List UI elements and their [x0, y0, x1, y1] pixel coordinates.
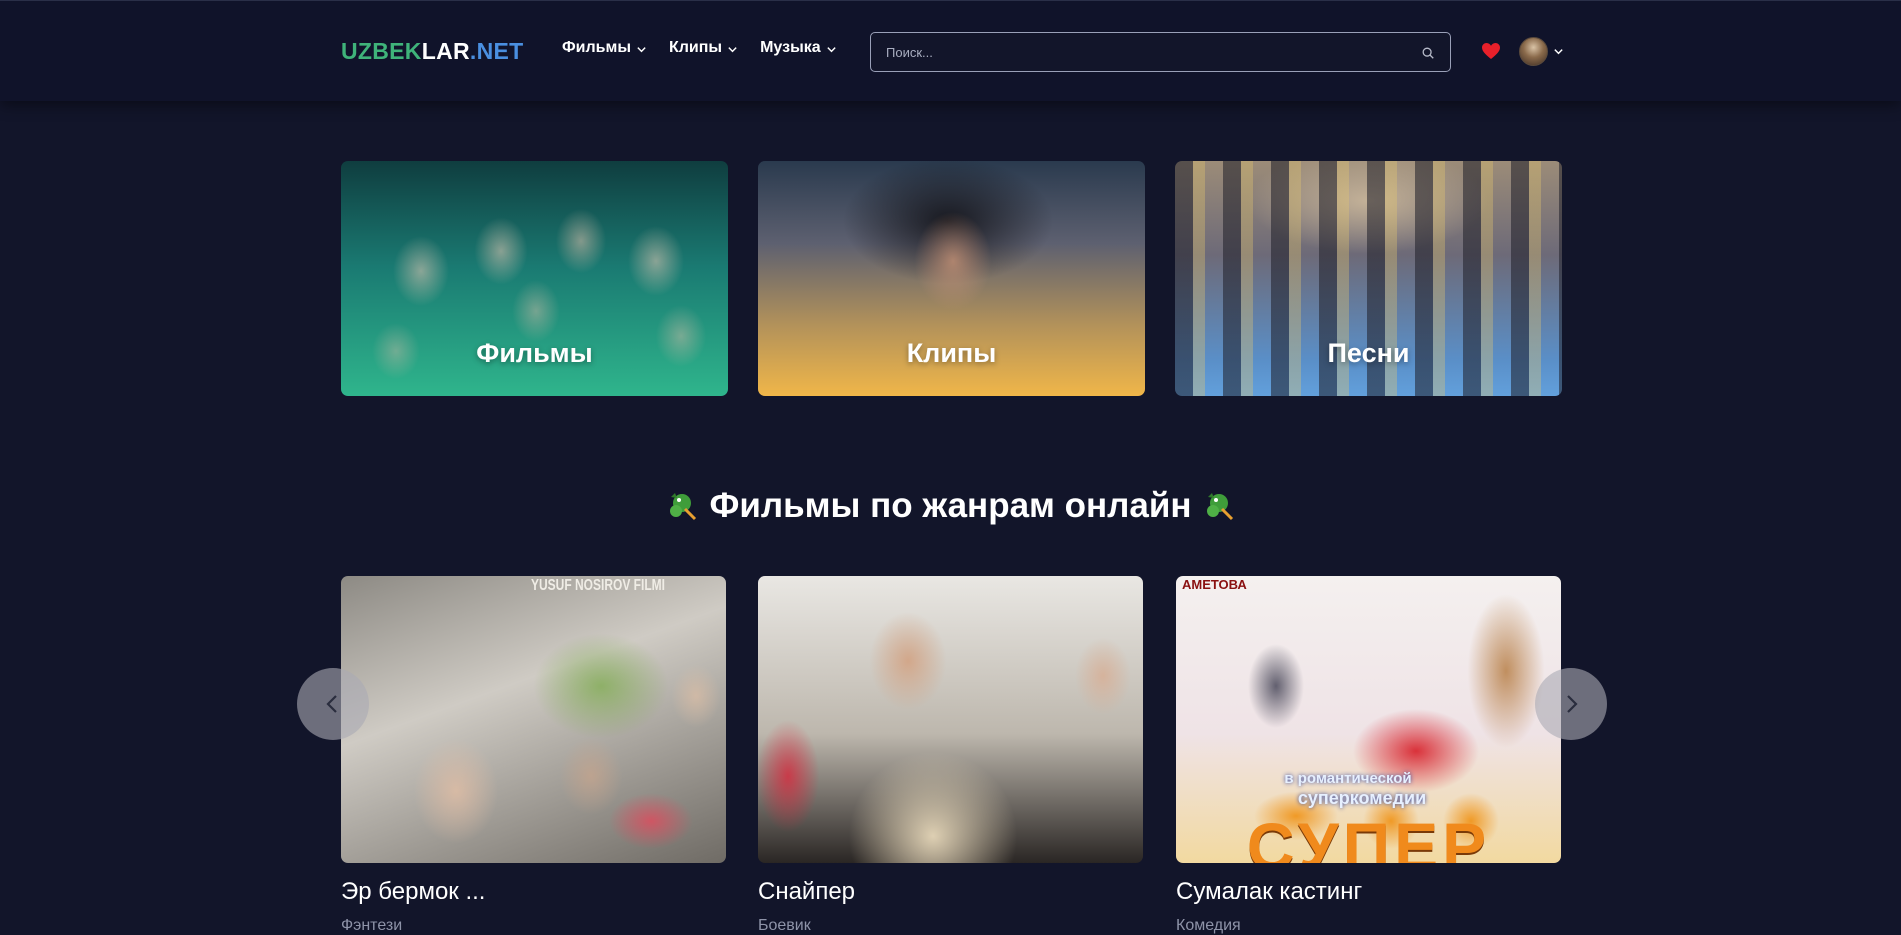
chevron-down-icon: [826, 47, 836, 53]
logo-part-net: .NET: [469, 38, 524, 64]
logo-part-lar: LAR: [421, 38, 470, 64]
nav-item-films[interactable]: Фильмы: [562, 39, 647, 57]
section-title: Фильмы по жанрам онлайн: [0, 486, 1901, 526]
movie-poster[interactable]: [758, 576, 1143, 863]
nav-item-label: Музыка: [760, 39, 821, 56]
nav-item-clips[interactable]: Клипы: [669, 39, 738, 57]
category-label: Клипы: [906, 338, 997, 368]
chevron-down-icon: [1554, 49, 1563, 55]
user-menu[interactable]: [1519, 37, 1564, 66]
site-logo[interactable]: UZBEKLAR.NET: [341, 38, 524, 65]
chevron-down-icon: [728, 47, 737, 53]
nav-item-label: Клипы: [669, 39, 723, 56]
main-nav: Фильмы Клипы Музыка: [562, 39, 837, 57]
movie-title[interactable]: Сумалак кастинг: [1176, 878, 1561, 906]
chevron-left-icon: [326, 695, 337, 713]
chevron-right-icon: [1567, 695, 1578, 713]
movie-genre: Боевик: [758, 917, 811, 934]
poster-caption: YUSUF NOSIROV FILMI: [531, 576, 666, 595]
movie-title[interactable]: Снайпер: [758, 878, 1143, 906]
movie-genre: Комедия: [1176, 917, 1241, 934]
search-box: [870, 32, 1451, 72]
poster-caption-2: суперкомедии: [1297, 788, 1427, 808]
movie-card[interactable]: АМЕТОВА в романтической суперкомедии СУП…: [1176, 576, 1561, 935]
category-card-clips[interactable]: Клипы: [758, 161, 1145, 396]
nav-item-music[interactable]: Музыка: [760, 39, 837, 57]
movie-title[interactable]: Эр бермок ...: [341, 878, 726, 906]
movie-poster[interactable]: YUSUF NOSIROV FILMI: [341, 576, 726, 863]
category-card-films[interactable]: Фильмы: [341, 161, 728, 396]
carousel-next-button[interactable]: [1535, 668, 1607, 740]
carousel-prev-button[interactable]: [297, 668, 369, 740]
chevron-down-icon: [637, 47, 646, 53]
dragon-emoji-icon: [1206, 493, 1233, 521]
movie-poster[interactable]: АМЕТОВА в романтической суперкомедии СУП…: [1176, 576, 1561, 863]
poster-caption-3: СУПЕР: [1246, 809, 1491, 863]
avatar: [1519, 37, 1548, 66]
category-label: Песни: [1327, 338, 1410, 368]
search-icon[interactable]: [1421, 46, 1435, 60]
movie-card[interactable]: YUSUF NOSIROV FILMI Эр бермок ... Фэнтез…: [341, 576, 726, 935]
search-input[interactable]: [871, 33, 1450, 71]
poster-caption-1: в романтической: [1284, 770, 1412, 787]
dragon-emoji-icon: [670, 493, 697, 521]
movie-card[interactable]: Снайпер Боевик: [758, 576, 1143, 935]
category-card-songs[interactable]: Песни: [1175, 161, 1562, 396]
section-title-text: Фильмы по жанрам онлайн: [709, 486, 1192, 525]
logo-part-uzbek: UZBEK: [341, 38, 422, 64]
movie-genre: Фэнтези: [341, 917, 403, 934]
site-header: UZBEKLAR.NET Фильмы Клипы Музыка: [0, 0, 1901, 101]
heart-icon[interactable]: [1481, 42, 1501, 60]
category-label: Фильмы: [476, 338, 593, 368]
poster-top-caption: АМЕТОВА: [1182, 577, 1247, 592]
nav-item-label: Фильмы: [562, 39, 631, 56]
